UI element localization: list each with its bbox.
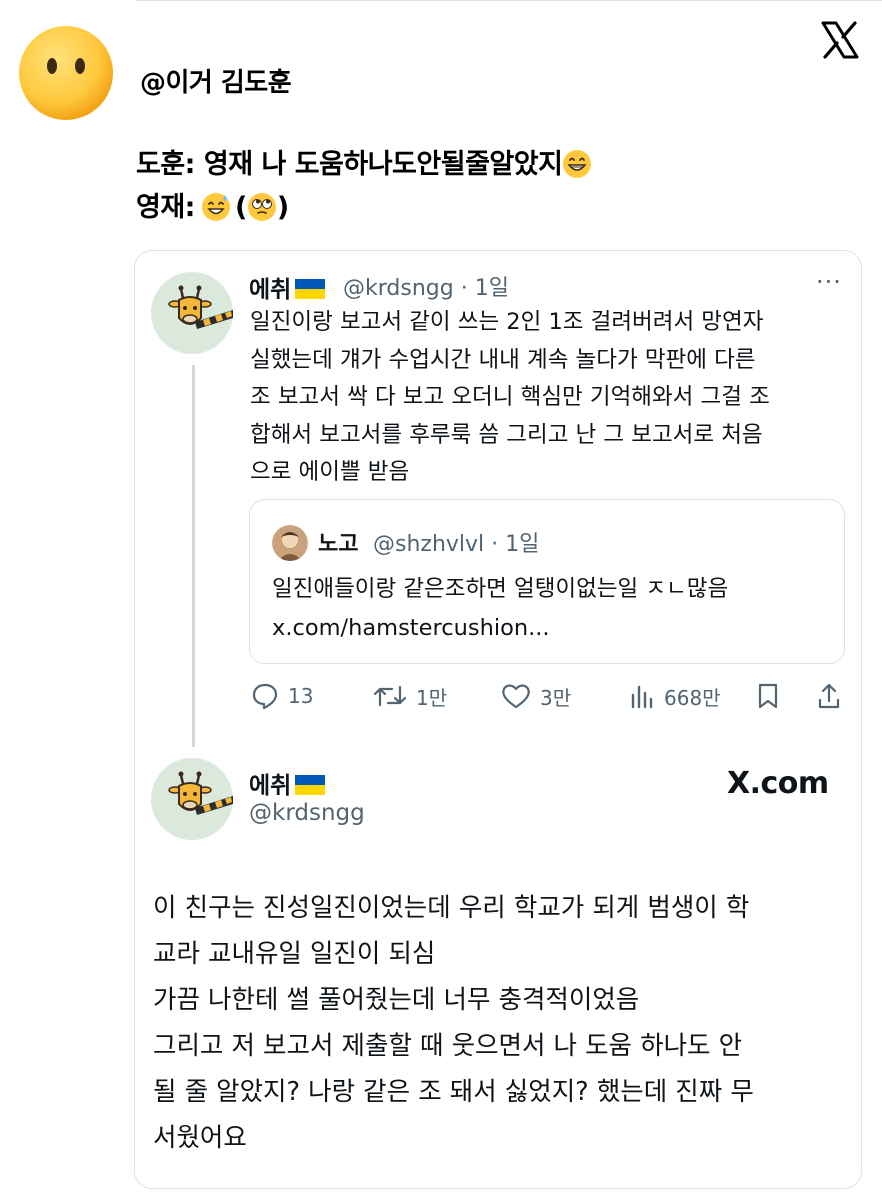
giraffe-avatar-icon[interactable]	[151, 272, 233, 354]
post-message: 도훈: 영재 나 도움하나도안될줄알았지 영재:()	[136, 143, 592, 229]
reply-button[interactable]: 13	[250, 680, 313, 712]
neutral-face-avatar-icon	[19, 26, 113, 120]
message-line-1: 도훈: 영재 나 도움하나도안될줄알았지	[136, 143, 592, 186]
reply-icon	[252, 683, 278, 710]
thread-connector-line	[192, 365, 195, 747]
reply-line: 이 친구는 진성일진이었는데 우리 학교가 되게 범생이 학	[153, 893, 750, 923]
like-button[interactable]: 3만	[500, 680, 571, 712]
reply-author-name[interactable]: 에취	[249, 766, 326, 800]
author-handle[interactable]: @이거 김도훈	[140, 62, 292, 99]
heart-icon	[502, 684, 530, 709]
quoted-text: 일진애들이랑 같은조하면 얼탱이없는일 ㅈㄴ많음	[272, 576, 729, 602]
reply-line: 교라 교내유일 일진이 되심	[153, 939, 436, 969]
reply-line: 서웠어요	[153, 1123, 247, 1153]
message-line-2: 영재:()	[136, 192, 289, 223]
top-divider	[135, 0, 882, 1]
giraffe-avatar-icon[interactable]	[151, 758, 233, 840]
bookmark-button[interactable]	[755, 680, 789, 712]
reply-author-handle[interactable]: @krdsngg	[249, 800, 365, 826]
views-chart-icon	[631, 685, 653, 709]
eye-roll-emoji-icon	[247, 193, 276, 221]
quoted-meta: @shzhvlvl · 1일	[373, 532, 540, 557]
ukraine-flag-icon	[295, 279, 326, 299]
quoted-tweet-body: 일진애들이랑 같은조하면 얼탱이없는일 ㅈㄴ많음 x.com/hamstercu…	[272, 570, 728, 648]
tweet-body: 일진이랑 보고서 같이 쓰는 2인 1조 걸려버려서 망연자 실했는데 걔가 수…	[250, 304, 850, 492]
reply-line: 될 줄 알았지? 나랑 같은 조 돼서 싫었지? 했는데 진짜 무	[153, 1077, 754, 1107]
x-logo-icon[interactable]	[820, 20, 860, 60]
grin-emoji-icon	[563, 150, 592, 178]
share-icon	[818, 683, 840, 709]
share-button[interactable]	[816, 680, 850, 712]
tweet-line: 일진이랑 보고서 같이 쓰는 2인 1조 걸려버려서 망연자	[250, 309, 764, 335]
tweet-line: 으로 에이쁠 받음	[250, 459, 410, 485]
quoted-author-name[interactable]: 노고	[318, 526, 358, 558]
tweet-line: 실했는데 걔가 수업시간 내내 계속 놀다가 막판에 다른	[250, 346, 756, 373]
reply-line: 그리고 저 보고서 제출할 때 웃으면서 나 도움 하나도 안	[153, 1031, 743, 1061]
tweet-line: 조 보고서 싹 다 보고 오더니 핵심만 기억해와서 그걸 조	[250, 384, 770, 410]
tweet-line: 합해서 보고서를 후루룩 씀 그리고 난 그 보고서로 처음	[250, 421, 763, 448]
tweet-author-name[interactable]: 에취	[249, 270, 326, 304]
tweet-meta: @krdsngg · 1일	[343, 276, 509, 301]
retweet-button[interactable]: 1만	[372, 680, 447, 712]
sweat-smile-emoji-icon	[201, 193, 230, 221]
bookmark-icon	[758, 683, 778, 709]
views-button[interactable]: 668만	[628, 680, 721, 712]
quoted-author-avatar-icon[interactable]	[272, 525, 308, 561]
retweet-icon	[373, 685, 407, 707]
reply-body: 이 친구는 진성일진이었는데 우리 학교가 되게 범생이 학 교라 교내유일 일…	[153, 885, 843, 1161]
reply-line: 가끔 나한테 썰 풀어줬는데 너무 충격적이었음	[153, 985, 640, 1015]
quoted-link[interactable]: x.com/hamstercushion...	[272, 609, 728, 648]
ukraine-flag-icon	[295, 775, 326, 795]
more-options-icon[interactable]: ···	[816, 268, 842, 296]
x-com-brand[interactable]: X.com	[727, 766, 829, 801]
